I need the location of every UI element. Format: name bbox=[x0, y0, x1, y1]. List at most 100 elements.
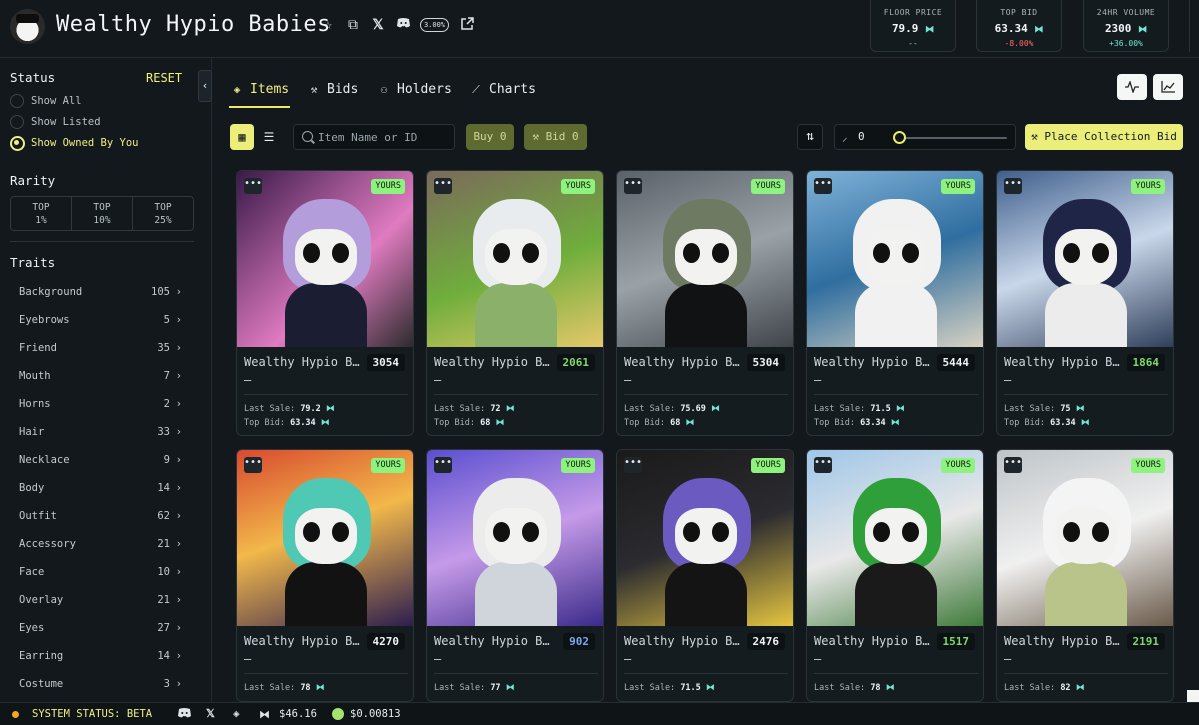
trait-outfit[interactable]: Outfit 62 › bbox=[19, 508, 184, 524]
yours-badge: YOURS bbox=[561, 458, 595, 473]
grid-view-button[interactable]: ▦ bbox=[230, 124, 254, 150]
more-options-button[interactable]: ••• bbox=[244, 457, 262, 473]
star-icon[interactable]: ☆ bbox=[320, 17, 336, 33]
activity-button[interactable] bbox=[1117, 74, 1147, 100]
x-twitter-icon[interactable]: 𝕏 bbox=[370, 17, 386, 33]
nft-image[interactable] bbox=[617, 171, 793, 347]
tab-charts[interactable]: ⟋ Charts bbox=[469, 80, 536, 100]
tab-items[interactable]: ◈ Items bbox=[230, 80, 289, 100]
trait-mouth[interactable]: Mouth 7 › bbox=[19, 368, 184, 384]
nft-card[interactable]: ••• YOURS Wealthy Hypio B… 1864 – Last Sale: … bbox=[996, 170, 1174, 436]
status-show-listed[interactable]: Show Listed bbox=[10, 114, 101, 130]
more-options-button[interactable]: ••• bbox=[624, 457, 642, 473]
trait-background[interactable]: Background 105 › bbox=[19, 284, 184, 300]
top-bid: Top Bid: 63.34 ⧓ bbox=[1004, 418, 1090, 428]
nft-image[interactable] bbox=[807, 450, 983, 626]
trait-name: Friend bbox=[19, 342, 57, 354]
more-options-button[interactable]: ••• bbox=[624, 178, 642, 194]
trait-hair[interactable]: Hair 33 › bbox=[19, 424, 184, 440]
nft-image[interactable] bbox=[237, 171, 413, 347]
more-options-button[interactable]: ••• bbox=[434, 457, 452, 473]
nft-image[interactable] bbox=[427, 171, 603, 347]
trait-body[interactable]: Body 14 › bbox=[19, 480, 184, 496]
list-view-button[interactable]: ☰ bbox=[257, 124, 281, 150]
trait-friend[interactable]: Friend 35 › bbox=[19, 340, 184, 356]
more-options-button[interactable]: ••• bbox=[814, 457, 832, 473]
nft-price: – bbox=[244, 652, 252, 666]
nft-card[interactable]: ••• YOURS Wealthy Hypio B… 2476 – Last Sale: … bbox=[616, 449, 794, 702]
search-box bbox=[293, 124, 455, 150]
copy-icon[interactable]: ⧉ bbox=[345, 17, 361, 33]
nft-card[interactable]: ••• YOURS Wealthy Hypio B… 902 – Last Sale: 7… bbox=[426, 449, 604, 702]
reset-button[interactable]: RESET bbox=[146, 71, 182, 85]
chevron-right-icon: › bbox=[175, 510, 182, 522]
hype-icon: ⧓ bbox=[505, 404, 515, 414]
divider bbox=[814, 394, 978, 395]
trait-eyebrows[interactable]: Eyebrows 5 › bbox=[19, 312, 184, 328]
broom-icon: ⸝ bbox=[842, 131, 848, 144]
nft-image[interactable] bbox=[997, 450, 1173, 626]
nft-card[interactable]: ••• YOURS Wealthy Hypio B… 2061 – Last Sale: … bbox=[426, 170, 604, 436]
trait-horns[interactable]: Horns 2 › bbox=[19, 396, 184, 412]
trait-eyes[interactable]: Eyes 27 › bbox=[19, 620, 184, 636]
nft-card[interactable]: ••• YOURS Wealthy Hypio B… 3054 – Last Sale: … bbox=[236, 170, 414, 436]
nft-price: – bbox=[814, 652, 822, 666]
buy-button[interactable]: Buy 0 bbox=[466, 124, 514, 150]
status-show-all[interactable]: Show All bbox=[10, 93, 82, 109]
trait-overlay[interactable]: Overlay 21 › bbox=[19, 592, 184, 608]
nft-price: – bbox=[624, 652, 632, 666]
rarity-top-10[interactable]: TOP 10% bbox=[72, 197, 133, 230]
more-options-button[interactable]: ••• bbox=[1004, 457, 1022, 473]
nft-card[interactable]: ••• YOURS Wealthy Hypio B… 5304 – Last Sale: … bbox=[616, 170, 794, 436]
last-sale: Last Sale: 75.69 ⧓ bbox=[624, 404, 720, 414]
nft-card[interactable]: ••• YOURS Wealthy Hypio B… 4270 – Last Sale: … bbox=[236, 449, 414, 702]
discord-icon[interactable] bbox=[177, 707, 192, 722]
nft-image[interactable] bbox=[617, 450, 793, 626]
nft-image[interactable] bbox=[807, 171, 983, 347]
trait-necklace[interactable]: Necklace 9 › bbox=[19, 452, 184, 468]
nft-card[interactable]: ••• YOURS Wealthy Hypio B… 2191 – Last Sale: … bbox=[996, 449, 1174, 702]
nft-image[interactable] bbox=[997, 171, 1173, 347]
place-collection-bid-button[interactable]: ⚒ Place Collection Bid bbox=[1025, 124, 1183, 150]
hype-icon: ⧓ bbox=[1075, 683, 1085, 693]
docs-icon[interactable]: ◈ bbox=[233, 707, 240, 720]
trait-count: 10 bbox=[157, 566, 170, 578]
bid-button[interactable]: ⚒ Bid 0 bbox=[524, 124, 587, 150]
last-sale: Last Sale: 78 ⧓ bbox=[814, 683, 895, 693]
nft-price: – bbox=[1004, 373, 1012, 387]
nft-card[interactable]: ••• YOURS Wealthy Hypio B… 5444 – Last Sale: … bbox=[806, 170, 984, 436]
collection-avatar bbox=[10, 9, 45, 44]
sweep-slider-thumb[interactable] bbox=[893, 131, 906, 144]
x-twitter-icon[interactable]: 𝕏 bbox=[206, 707, 215, 720]
rarity-top-1[interactable]: TOP 1% bbox=[11, 197, 72, 230]
more-options-button[interactable]: ••• bbox=[1004, 178, 1022, 194]
external-link-icon[interactable] bbox=[459, 17, 475, 33]
more-options-button[interactable]: ••• bbox=[434, 178, 452, 194]
status-show-owned[interactable]: Show Owned By You bbox=[10, 135, 138, 151]
trait-face[interactable]: Face 10 › bbox=[19, 564, 184, 580]
divider bbox=[244, 394, 408, 395]
nft-image[interactable] bbox=[427, 450, 603, 626]
tab-holders[interactable]: ⚇ Holders bbox=[377, 80, 452, 100]
collapse-sidebar-button[interactable]: ‹ bbox=[198, 70, 212, 102]
stat-value: 2300 bbox=[1104, 22, 1132, 35]
sort-button[interactable]: ⇅ bbox=[797, 124, 823, 150]
trait-costume[interactable]: Costume 3 › bbox=[19, 676, 184, 692]
more-options-button[interactable]: ••• bbox=[244, 178, 262, 194]
chevron-right-icon: › bbox=[175, 370, 182, 382]
trait-count: 105 bbox=[151, 286, 170, 298]
rarity-top-25[interactable]: TOP 25% bbox=[133, 197, 193, 230]
yours-badge: YOURS bbox=[371, 179, 405, 194]
trait-earring[interactable]: Earring 14 › bbox=[19, 648, 184, 664]
chart-button[interactable] bbox=[1153, 74, 1183, 100]
nft-image[interactable] bbox=[237, 450, 413, 626]
sweep-slider[interactable] bbox=[899, 137, 1007, 139]
token-icon bbox=[332, 708, 344, 720]
tab-bids[interactable]: ⚒ Bids bbox=[307, 80, 359, 100]
chevron-right-icon: › bbox=[175, 426, 182, 438]
trait-accessory[interactable]: Accessory 21 › bbox=[19, 536, 184, 552]
nft-card[interactable]: ••• YOURS Wealthy Hypio B… 1517 – Last Sale: … bbox=[806, 449, 984, 702]
discord-icon[interactable] bbox=[395, 17, 411, 33]
more-options-button[interactable]: ••• bbox=[814, 178, 832, 194]
search-input[interactable] bbox=[318, 125, 452, 149]
